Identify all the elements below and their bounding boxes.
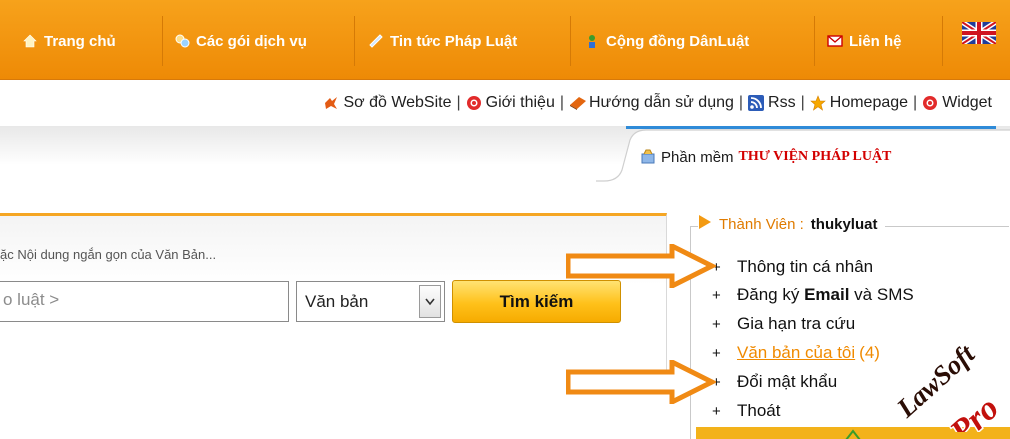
software-library-link[interactable]: Phần mềm THƯ VIỆN PHÁP LUẬT xyxy=(640,147,891,167)
link-sitemap[interactable]: Sơ đồ WebSite xyxy=(323,94,452,112)
link-widget[interactable]: Widget xyxy=(922,94,992,112)
plus-icon: + xyxy=(712,344,721,362)
link-separator: | xyxy=(800,94,805,111)
secondary-links: Sơ đồ WebSite | Giới thiệu | Hướng dẫn s… xyxy=(323,92,992,114)
software-name: THƯ VIỆN PHÁP LUẬT xyxy=(738,149,892,164)
menu-renew-lookup-label: Gia hạn tra cứu xyxy=(737,314,856,333)
nav-service-packages-label: Các gói dịch vụ xyxy=(196,32,307,50)
home-icon xyxy=(22,33,38,49)
mail-icon xyxy=(827,33,843,49)
nav-contact-label: Liên hệ xyxy=(849,32,902,50)
menu-change-password[interactable]: + Đổi mật khẩu xyxy=(712,371,837,393)
annotation-arrow-icon xyxy=(566,360,716,404)
link-homepage[interactable]: Homepage xyxy=(809,94,909,112)
nav-community[interactable]: Cộng đồng DânLuật xyxy=(584,24,749,58)
plus-icon: + xyxy=(712,286,721,304)
menu-register-label-a: Đăng ký xyxy=(737,285,805,304)
menu-my-documents[interactable]: + Văn bản của tôi (4) xyxy=(712,342,880,364)
annotation-arrow-icon xyxy=(566,244,716,288)
nav-legal-news-label: Tin tức Pháp Luật xyxy=(390,32,518,50)
link-separator: | xyxy=(456,94,461,111)
community-icon xyxy=(584,33,600,49)
chevron-down-icon[interactable] xyxy=(419,285,441,318)
rss-icon xyxy=(748,95,765,111)
play-arrow-icon xyxy=(698,214,712,234)
link-about-label: Giới thiệu xyxy=(485,94,555,111)
svg-text:Pro: Pro xyxy=(943,390,1006,432)
top-navigation-bar: Trang chủ Các gói dịch vụ Tin tức Pháp L… xyxy=(0,0,1010,80)
search-hint: ặc Nội dung ngắn gọn của Văn Bản... xyxy=(0,247,217,262)
document-type-select[interactable]: Văn bản xyxy=(296,281,445,322)
software-prefix: Phần mềm xyxy=(661,148,734,166)
link-homepage-label: Homepage xyxy=(829,94,909,111)
link-rss[interactable]: Rss xyxy=(748,94,796,112)
member-username: thukyluat xyxy=(810,215,878,233)
link-about[interactable]: Giới thiệu xyxy=(466,94,555,112)
member-title: Thành Viên : thukyluat xyxy=(698,212,886,236)
member-title-label: Thành Viên : xyxy=(719,215,804,233)
link-separator: | xyxy=(913,94,918,111)
plus-icon: + xyxy=(712,402,721,420)
document-type-value: Văn bản xyxy=(305,291,369,311)
nav-legal-news[interactable]: Tin tức Pháp Luật xyxy=(368,24,517,58)
menu-logout-label: Thoát xyxy=(737,401,781,420)
widget-circle-icon xyxy=(922,95,938,111)
sitemap-icon xyxy=(323,95,339,111)
link-widget-label: Widget xyxy=(942,94,992,111)
nav-home[interactable]: Trang chủ xyxy=(22,24,116,58)
link-user-guide-label: Hướng dẫn sử dụng xyxy=(589,94,734,111)
menu-renew-lookup[interactable]: + Gia hạn tra cứu xyxy=(712,313,855,335)
book-icon xyxy=(569,95,586,111)
software-icon xyxy=(640,149,656,165)
menu-logout[interactable]: + Thoát xyxy=(712,400,780,422)
news-icon xyxy=(368,33,384,49)
nav-divider xyxy=(354,16,355,66)
nav-divider xyxy=(814,16,815,66)
service-packages-icon xyxy=(174,33,190,49)
nav-contact[interactable]: Liên hệ xyxy=(827,24,902,58)
menu-change-password-label: Đổi mật khẩu xyxy=(737,372,838,391)
info-circle-icon xyxy=(466,95,482,111)
star-icon xyxy=(809,95,826,111)
nav-divider xyxy=(162,16,163,66)
link-sitemap-label: Sơ đồ WebSite xyxy=(343,94,452,111)
uk-flag-icon[interactable] xyxy=(960,19,998,47)
link-rss-label: Rss xyxy=(768,94,796,111)
plus-icon: + xyxy=(712,315,721,333)
menu-my-documents-label: Văn bản của tôi xyxy=(737,343,856,362)
search-input[interactable]: o luật > xyxy=(0,281,289,322)
nav-divider xyxy=(570,16,571,66)
menu-register-label-email: Email xyxy=(804,285,850,304)
nav-service-packages[interactable]: Các gói dịch vụ xyxy=(174,24,307,58)
link-separator: | xyxy=(738,94,744,111)
menu-personal-info[interactable]: + Thông tin cá nhân xyxy=(712,256,873,278)
nav-divider xyxy=(942,16,943,66)
nav-home-label: Trang chủ xyxy=(44,32,116,50)
link-user-guide[interactable]: Hướng dẫn sử dụng xyxy=(569,94,734,112)
lawsoft-pro-logo: LawSoft Pro xyxy=(889,336,1008,432)
link-separator: | xyxy=(559,94,564,111)
nav-community-label: Cộng đồng DânLuật xyxy=(606,32,750,50)
menu-personal-info-label: Thông tin cá nhân xyxy=(737,257,874,276)
